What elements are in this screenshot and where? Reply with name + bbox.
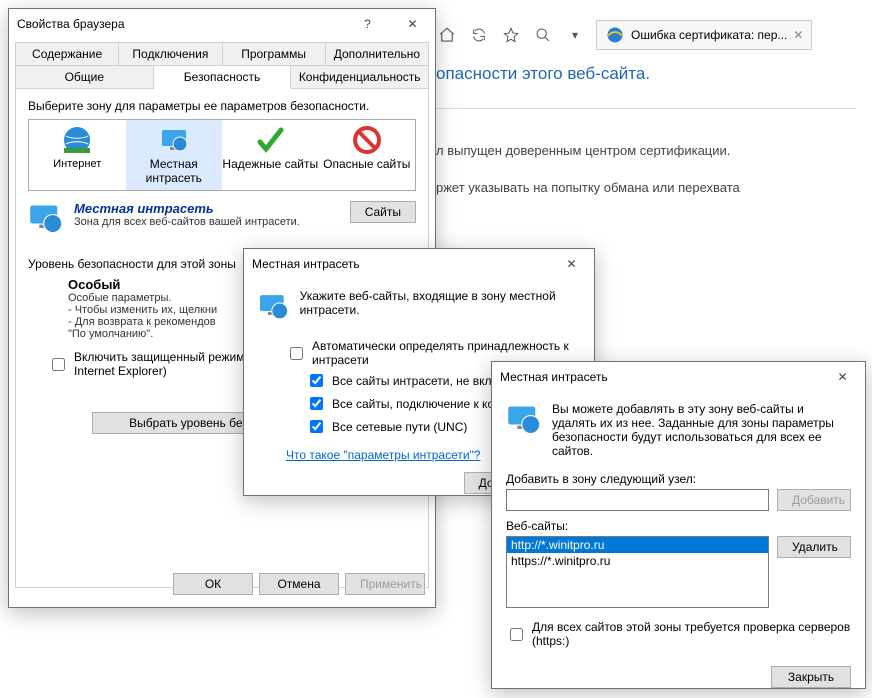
dialog-buttons: ОК Отмена Применить: [173, 573, 425, 595]
add-site-label: Добавить в зону следующий узел:: [506, 472, 851, 486]
close-button[interactable]: ✕: [549, 250, 594, 278]
sites-button[interactable]: Сайты: [350, 201, 416, 223]
search-icon[interactable]: [532, 24, 554, 46]
websites-listbox[interactable]: http://*.winitpro.ru https://*.winitpro.…: [506, 536, 769, 608]
checkbox-input[interactable]: [290, 347, 303, 360]
checkbox-label: Все сайты интрасети, не вклю: [332, 374, 501, 388]
add-site-input[interactable]: [506, 489, 769, 511]
monitor-globe-icon: [158, 124, 190, 156]
checkmark-icon: [254, 124, 286, 156]
tab-advanced[interactable]: Дополнительно: [326, 42, 429, 65]
window-title: Местная интрасеть: [252, 257, 549, 271]
tab-privacy[interactable]: Конфиденциальность: [291, 65, 429, 89]
checkbox-label: Для всех сайтов этой зоны требуется пров…: [532, 620, 851, 648]
cancel-button[interactable]: Отмена: [259, 573, 339, 595]
checkbox-input[interactable]: [310, 374, 323, 387]
zone-label: Местная интрасеть: [126, 158, 223, 186]
intranet-settings-link[interactable]: Что такое "параметры интрасети"?: [286, 448, 480, 462]
zone-label: Интернет: [29, 158, 126, 171]
ie-toolbar: ▾ Ошибка сертификата: пер... ✕: [436, 20, 856, 50]
apply-button[interactable]: Применить: [345, 573, 425, 595]
cert-error-para-1: л выпущен доверенным центром сертификаци…: [436, 143, 856, 158]
require-https-checkbox[interactable]: Для всех сайтов этой зоны требуется пров…: [506, 620, 851, 648]
forbidden-icon: [351, 124, 383, 156]
zone-trusted[interactable]: Надежные сайты: [222, 120, 319, 190]
titlebar: Местная интрасеть ✕: [244, 249, 594, 279]
tab-content[interactable]: Содержание: [15, 42, 119, 65]
titlebar: Свойства браузера ? ✕: [9, 9, 435, 39]
dialog-description: Вы можете добавлять в эту зону веб-сайты…: [552, 402, 851, 458]
tab-connections[interactable]: Подключения: [119, 42, 222, 65]
checkbox-input[interactable]: [510, 628, 523, 641]
zone-label: Надежные сайты: [222, 158, 319, 172]
checkbox-label-2: Internet Explorer): [74, 364, 167, 378]
close-tab-icon[interactable]: ✕: [793, 28, 803, 42]
window-title: Местная интрасеть: [500, 370, 820, 384]
ie-logo-icon: [605, 25, 625, 45]
monitor-globe-icon: [506, 402, 542, 438]
dialog-description: Укажите веб-сайты, входящие в зону местн…: [300, 289, 580, 317]
remove-button[interactable]: Удалить: [777, 536, 851, 558]
websites-label: Веб-сайты:: [506, 519, 851, 533]
close-button[interactable]: ✕: [820, 363, 865, 391]
close-button[interactable]: ✕: [390, 10, 435, 38]
zone-title: Местная интрасеть: [74, 201, 340, 216]
refresh-icon[interactable]: [468, 24, 490, 46]
certificate-error-page: опасности этого веб-сайта. л выпущен дов…: [436, 64, 856, 217]
zone-subtitle: Зона для всех веб-сайтов вашей интрасети…: [74, 216, 340, 228]
ok-button[interactable]: ОК: [173, 573, 253, 595]
checkbox-input[interactable]: [310, 397, 323, 410]
checkbox-label: Все сайты, подключение к кот: [332, 397, 499, 411]
zone-label: Опасные сайты: [319, 158, 416, 172]
tab-programs[interactable]: Программы: [223, 42, 326, 65]
help-button[interactable]: ?: [345, 10, 390, 38]
globe-icon: [61, 124, 93, 156]
zone-prompt: Выберите зону для параметры ее параметро…: [28, 99, 416, 113]
zone-local-intranet[interactable]: Местная интрасеть: [126, 120, 223, 190]
home-icon[interactable]: [436, 24, 458, 46]
zone-restricted[interactable]: Опасные сайты: [319, 120, 416, 190]
list-item[interactable]: http://*.winitpro.ru: [507, 537, 768, 553]
list-item[interactable]: https://*.winitpro.ru: [507, 553, 768, 569]
tab-title: Ошибка сертификата: пер...: [631, 28, 787, 42]
tab-general[interactable]: Общие: [15, 65, 154, 89]
star-icon[interactable]: [500, 24, 522, 46]
cert-error-heading: опасности этого веб-сайта.: [436, 64, 856, 109]
titlebar: Местная интрасеть ✕: [492, 362, 865, 392]
zone-internet[interactable]: Интернет: [29, 120, 126, 190]
monitor-globe-icon: [28, 201, 64, 237]
local-intranet-sites-dialog: Местная интрасеть ✕ Вы можете добавлять …: [491, 361, 866, 689]
checkbox-label: Все сетевые пути (UNC): [332, 420, 467, 434]
checkbox-input[interactable]: [52, 358, 65, 371]
monitor-globe-icon: [258, 289, 290, 325]
zone-list: Интернет Местная интрасеть Надежные сайт…: [28, 119, 416, 191]
cert-error-para-2: ржет указывать на попытку обмана или пер…: [436, 180, 856, 195]
zone-description: Местная интрасеть Зона для всех веб-сайт…: [28, 201, 416, 237]
add-button[interactable]: Добавить: [777, 489, 851, 511]
browser-tab[interactable]: Ошибка сертификата: пер... ✕: [596, 20, 812, 50]
chevron-down-icon[interactable]: ▾: [564, 24, 586, 46]
tab-security[interactable]: Безопасность: [154, 65, 292, 89]
close-dialog-button[interactable]: Закрыть: [771, 666, 851, 688]
window-title: Свойства браузера: [17, 17, 345, 31]
checkbox-input[interactable]: [310, 420, 323, 433]
